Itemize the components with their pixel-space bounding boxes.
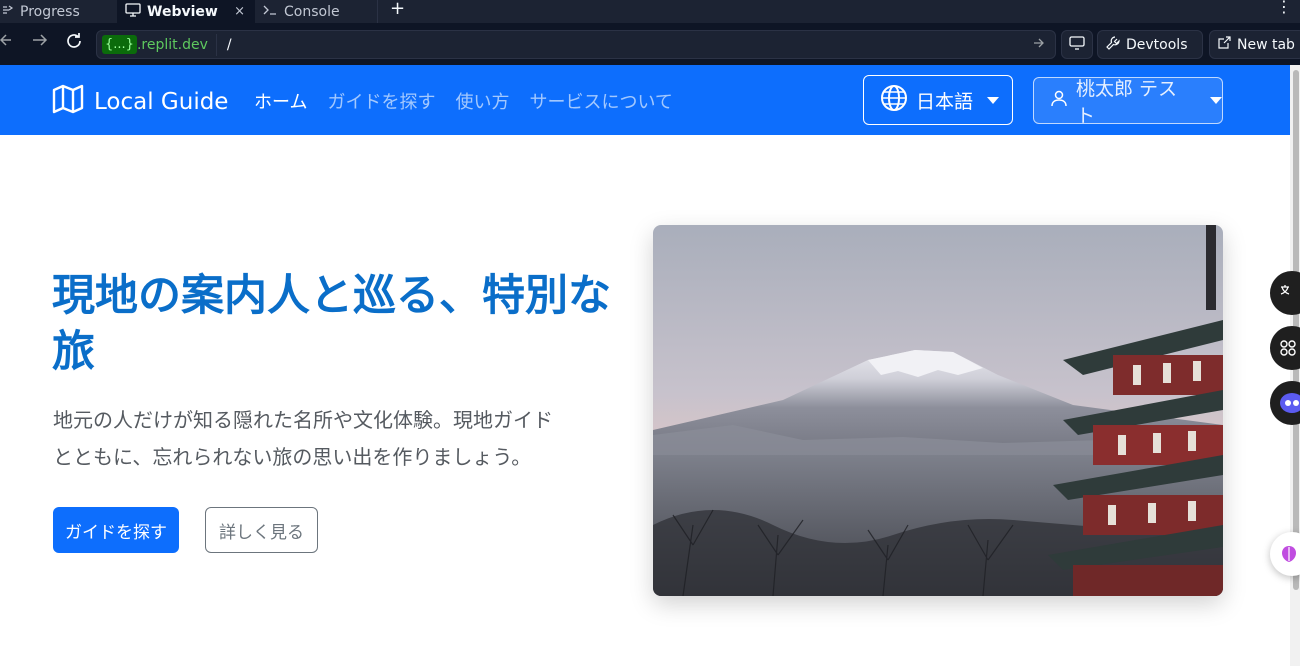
nav-link-about[interactable]: サービスについて [529,88,672,114]
wrench-icon [1106,35,1120,54]
hero-text-line1: 地元の人だけが知る隠れた名所や文化体験。現地ガイド [53,408,553,432]
find-guide-button[interactable]: ガイドを探す [53,507,179,553]
hero-title-line1: 現地の案内人と巡る、特別な [52,271,611,321]
screen-button[interactable] [1061,30,1093,59]
devtools-button[interactable]: Devtools [1097,30,1203,59]
chevron-down-icon [987,96,1000,104]
terminal-icon [262,4,278,20]
monitor-icon [125,2,141,21]
nav-link-how-to-use[interactable]: 使い方 [455,88,509,114]
nav-link-find-guide[interactable]: ガイドを探す [327,88,435,114]
url-input[interactable]: {...} .replit.dev / [96,30,1056,59]
url-pill: {...} [102,35,137,54]
hero-image [653,225,1223,596]
screen-icon [1069,35,1085,54]
progress-icon [2,4,14,20]
chevron-down-icon [1210,97,1222,104]
external-link-icon [1218,36,1231,53]
more-menu-icon[interactable]: ⋮ [1276,0,1292,16]
tab-label: Webview [147,3,218,20]
hero-title-line2: 旅 [52,327,95,377]
learn-more-button[interactable]: 詳しく見る [205,507,318,553]
user-dropdown[interactable]: 桃太郎 テスト [1033,77,1223,127]
hero-text-line2: とともに、忘れられない旅の思い出を作りましょう。 [53,445,532,469]
go-arrow-icon[interactable] [1033,37,1045,52]
back-icon[interactable] [0,32,12,52]
url-host: .replit.dev [136,36,208,53]
user-icon [1050,89,1068,112]
site-navbar: Local Guide ホーム ガイドを探す 使い方 サービスについて 日本語 … [0,65,1290,135]
tab-webview[interactable]: Webview × [117,0,255,23]
webview-address-bar: {...} .replit.dev / Devtools New tab [0,23,1300,65]
grid-apps-icon[interactable] [1270,326,1300,370]
assistant-icon[interactable] [1270,381,1300,425]
tab-label: Console [284,3,340,20]
hero-description: 地元の人だけが知る隠れた名所や文化体験。現地ガイド とともに、忘れられない旅の思… [53,402,623,476]
brand-link[interactable]: Local Guide [52,84,228,120]
map-icon [52,84,84,120]
tab-console[interactable]: Console [256,0,378,23]
brain-icon[interactable] [1270,532,1300,576]
nav-link-home[interactable]: ホーム [254,88,307,114]
close-icon[interactable]: × [234,4,245,19]
tab-label: Progress [20,3,80,20]
hero-title: 現地の案内人と巡る、特別な 旅 [52,268,632,380]
globe-icon [880,84,908,117]
translate-icon[interactable] [1270,271,1300,315]
forward-icon[interactable] [32,32,48,52]
tab-progress[interactable]: Progress [0,0,116,23]
new-tab-button[interactable]: New tab [1209,30,1300,59]
devtools-label: Devtools [1126,36,1188,53]
add-tab-button[interactable]: + [390,0,405,19]
workspace-tab-bar: Progress Webview × Console + ⋮ [0,0,1300,23]
new-tab-label: New tab [1237,36,1295,53]
brand-name: Local Guide [94,89,229,115]
user-name: 桃太郎 テスト [1076,77,1178,127]
nav-links: ホーム ガイドを探す 使い方 サービスについて [254,88,673,114]
language-label: 日本語 [916,90,974,113]
language-dropdown[interactable]: 日本語 [863,75,1013,125]
url-divider [215,33,217,56]
url-path: / [226,36,232,53]
reload-icon[interactable] [65,32,83,55]
